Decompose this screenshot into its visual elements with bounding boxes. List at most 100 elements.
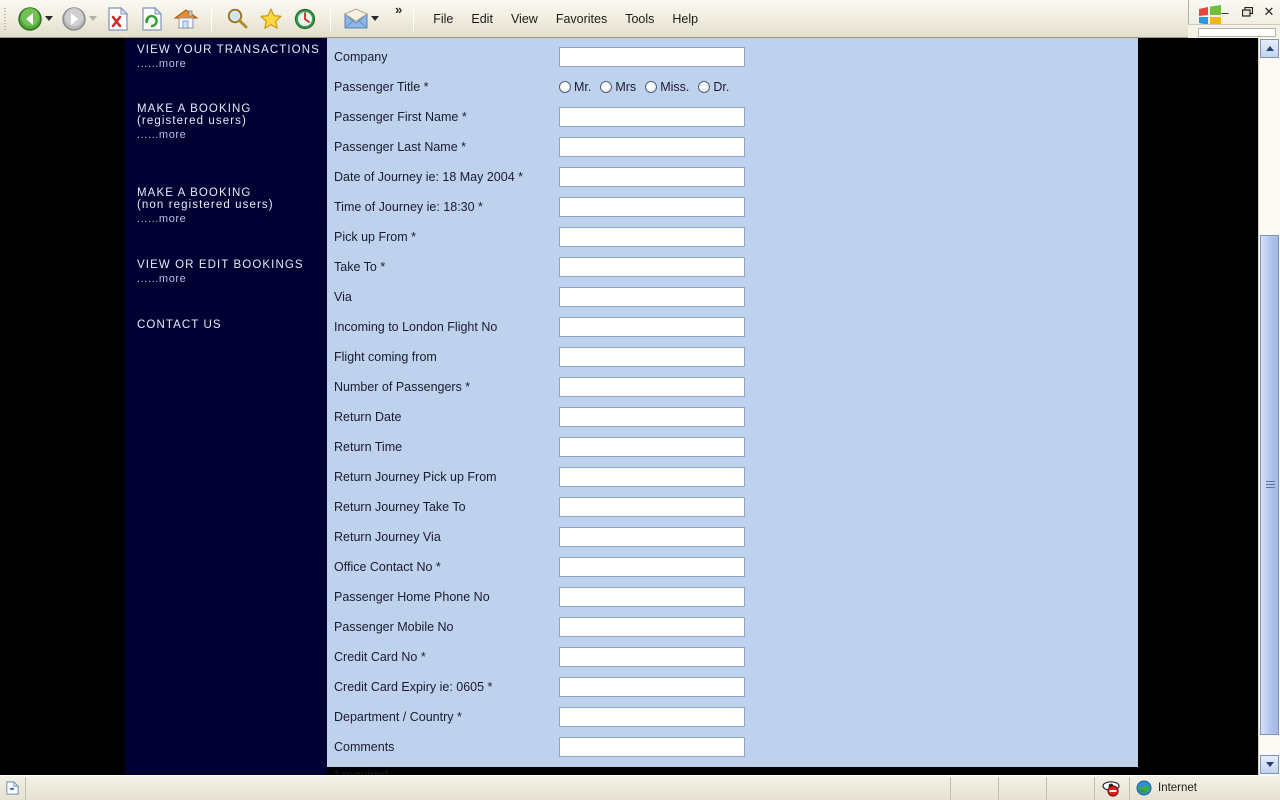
history-button[interactable] (288, 3, 322, 35)
number-of-passengers-input[interactable] (559, 377, 745, 397)
sidebar-item-more[interactable]: ......more (137, 58, 323, 70)
time-of-journey-input[interactable] (559, 197, 745, 217)
menu-file[interactable]: File (424, 8, 462, 30)
scroll-down-button[interactable] (1260, 755, 1279, 774)
pick-up-from-input[interactable] (559, 227, 745, 247)
sidebar-item-more[interactable]: ......more (137, 273, 323, 285)
field-label: Department / Country * (334, 710, 462, 724)
toolbar-overflow-button[interactable]: » (387, 2, 409, 17)
radio-option-dr[interactable]: Dr. (698, 80, 729, 94)
search-icon (227, 8, 248, 28)
menu-tools[interactable]: Tools (616, 8, 663, 30)
take-to-input[interactable] (559, 257, 745, 277)
forward-button[interactable] (57, 3, 91, 35)
vertical-scrollbar[interactable] (1258, 38, 1280, 775)
form-row-return-take-to: Return Journey Take To (333, 492, 1123, 522)
mail-button[interactable] (339, 3, 373, 35)
restore-icon (1241, 7, 1253, 17)
stop-button[interactable] (101, 3, 135, 35)
passenger-last-name-input[interactable] (559, 137, 745, 157)
page-document-icon (6, 781, 19, 795)
field-label: Passenger Last Name * (334, 140, 467, 154)
return-take-to-input[interactable] (559, 497, 745, 517)
sidebar-item-more[interactable]: ......more (137, 213, 323, 225)
favorites-button[interactable] (254, 3, 288, 35)
flight-coming-from-input[interactable] (559, 347, 745, 367)
window-gutter (1188, 24, 1280, 38)
form-row-passenger-title: Passenger Title * Mr. Mrs Miss. Dr. (333, 72, 1123, 102)
home-button[interactable] (169, 3, 203, 35)
menu-bar: File Edit View Favorites Tools Help (424, 2, 707, 36)
form-row-department-country: Department / Country * (333, 702, 1123, 732)
mail-toolbar-group (335, 2, 387, 36)
passenger-home-phone-input[interactable] (559, 587, 745, 607)
field-label: Return Date (334, 410, 402, 424)
refresh-button[interactable] (135, 3, 169, 35)
field-label: Credit Card No * (334, 650, 426, 664)
form-row-office-contact-no: Office Contact No * (333, 552, 1123, 582)
comments-input[interactable] (559, 737, 745, 757)
radio-option-miss[interactable]: Miss. (645, 80, 689, 94)
return-via-input[interactable] (559, 527, 745, 547)
form-row-company: Company (333, 42, 1123, 72)
radio-option-mr[interactable]: Mr. (559, 80, 591, 94)
history-icon (294, 8, 316, 29)
radio-option-mrs[interactable]: Mrs (600, 80, 636, 94)
sidebar-item-view-edit-bookings[interactable]: VIEW OR EDIT BOOKINGS ......more (137, 259, 323, 285)
radio-label: Dr. (713, 80, 730, 94)
form-row-time-of-journey: Time of Journey ie: 18:30 * (333, 192, 1123, 222)
incoming-flight-no-input[interactable] (559, 317, 745, 337)
menubar-gripper[interactable] (413, 5, 415, 32)
scrollbar-thumb[interactable] (1260, 235, 1279, 735)
credit-card-no-input[interactable] (559, 647, 745, 667)
date-of-journey-input[interactable] (559, 167, 745, 187)
office-contact-no-input[interactable] (559, 557, 745, 577)
via-input[interactable] (559, 287, 745, 307)
menu-edit[interactable]: Edit (462, 8, 502, 30)
sidebar-item-make-booking-non-registered[interactable]: MAKE A BOOKING (non registered users) ..… (137, 187, 323, 225)
required-note: * required (334, 768, 389, 775)
privacy-report-cell[interactable] (1095, 776, 1130, 800)
return-time-input[interactable] (559, 437, 745, 457)
sidebar-item-title: MAKE A BOOKING (non registered users) (137, 187, 274, 211)
sidebar-item-more[interactable]: ......more (137, 129, 323, 141)
sidebar-item-contact-us[interactable]: CONTACT US (137, 319, 323, 331)
passenger-first-name-input[interactable] (559, 107, 745, 127)
return-date-input[interactable] (559, 407, 745, 427)
radio-button-icon[interactable] (600, 81, 613, 93)
return-pick-up-from-input[interactable] (559, 467, 745, 487)
security-zone-cell[interactable]: Internet (1130, 777, 1280, 800)
radio-button-icon[interactable] (645, 81, 658, 93)
radio-button-icon[interactable] (559, 81, 571, 93)
chevron-up-icon (1265, 46, 1274, 51)
sidebar-item-make-booking-registered[interactable]: MAKE A BOOKING (registered users) ......… (137, 103, 323, 141)
company-input[interactable] (559, 47, 745, 67)
sidebar-item-view-transactions[interactable]: VIEW YOUR TRANSACTIONS ......more (137, 44, 323, 70)
page-content: Company Passenger Title * Mr. Mrs Miss. … (327, 38, 1138, 775)
back-button[interactable] (13, 3, 47, 35)
restore-button[interactable] (1236, 3, 1258, 21)
department-country-input[interactable] (559, 707, 745, 727)
close-button[interactable]: ✕ (1258, 3, 1280, 21)
scroll-up-button[interactable] (1260, 39, 1279, 58)
field-label: Take To * (334, 260, 386, 274)
sidebar-item-title: VIEW YOUR TRANSACTIONS (137, 44, 320, 56)
form-row-return-time: Return Time (333, 432, 1123, 462)
passenger-mobile-no-input[interactable] (559, 617, 745, 637)
field-label: Passenger Home Phone No (334, 590, 490, 604)
toolbar-gripper[interactable] (2, 5, 9, 32)
menu-help[interactable]: Help (663, 8, 707, 30)
menu-view[interactable]: View (502, 8, 547, 30)
field-label: Return Journey Pick up From (334, 470, 497, 484)
radio-button-icon[interactable] (698, 81, 711, 93)
form-row-last-name: Passenger Last Name * (333, 132, 1123, 162)
field-label: Office Contact No * (334, 560, 441, 574)
window-gutter-field (1198, 28, 1276, 37)
search-button[interactable] (220, 3, 254, 35)
status-message-cell (26, 776, 951, 800)
stop-icon (108, 6, 129, 31)
form-row-return-via: Return Journey Via (333, 522, 1123, 552)
field-label: Time of Journey ie: 18:30 * (334, 200, 483, 214)
credit-card-expiry-input[interactable] (559, 677, 745, 697)
menu-favorites[interactable]: Favorites (547, 8, 616, 30)
